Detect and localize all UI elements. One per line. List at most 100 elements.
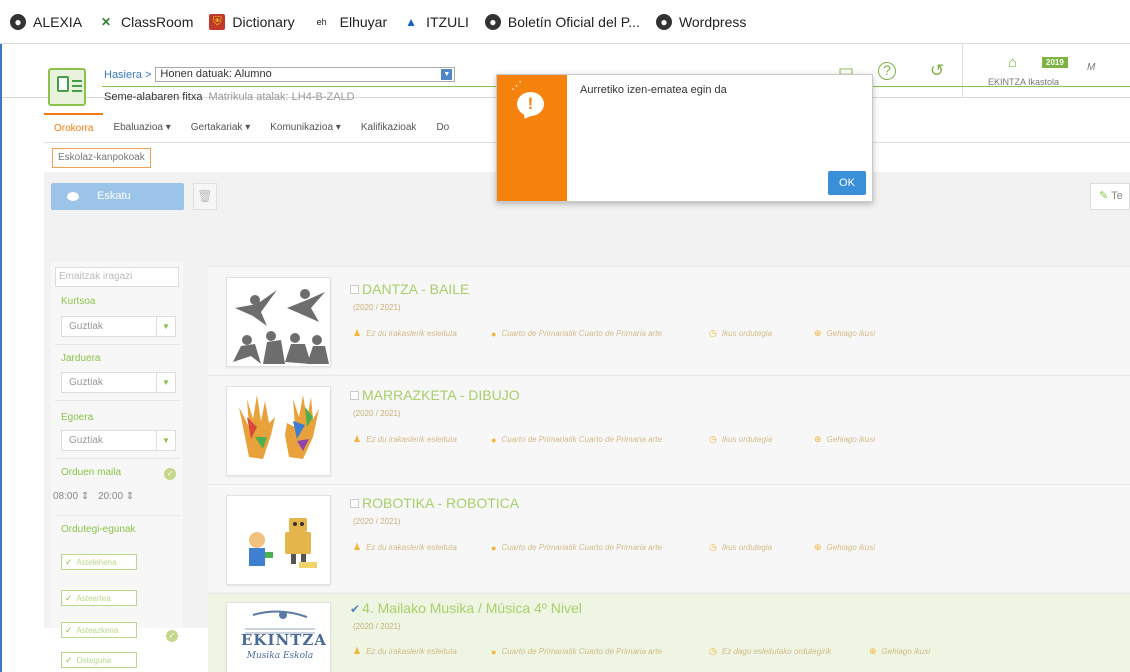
page-title: Seme-alabaren fitxa Matrikula atalak: LH… — [104, 91, 355, 103]
activity-meta: ♟ Ez du irakaslerik esleituta ● Cuarto de … — [353, 434, 876, 445]
globe-icon: ● — [655, 13, 672, 30]
view-schedule-link[interactable]: ◷ Ez dago esleitutako ordutegirik — [709, 646, 869, 657]
activity-year: (2020 / 2021) — [353, 409, 401, 418]
divider — [55, 458, 179, 459]
activity-card-dantza[interactable]: DANTZA - BAILE (2020 / 2021) ♟ Ez du irak… — [208, 266, 1130, 374]
filter-panel: Emaitzak iragazi Kurtsoa Guztiak ▼ Jardue… — [51, 262, 183, 668]
see-more-link[interactable]: ⊕ Gehiago ikusi — [814, 542, 875, 553]
bookmark-boletin[interactable]: ● Boletín Oficial del P... — [484, 13, 640, 30]
activity-title: ROBOTIKA - ROBOTICA — [350, 495, 519, 511]
tab-komunikazioa[interactable]: Komunikazioa ▾ — [260, 113, 351, 142]
view-schedule-link[interactable]: ◷ Ikus ordutegia — [709, 542, 814, 553]
logo-subtext: Musika Eskola — [246, 651, 314, 661]
tab-documents[interactable]: Do — [426, 113, 459, 142]
course-icon: ● — [491, 434, 497, 445]
stepper-icon[interactable]: ⇕ — [81, 491, 89, 502]
edit-button[interactable]: ✎ Te — [1090, 183, 1130, 210]
time-to-input[interactable]: 20:00 — [98, 491, 123, 502]
activity-image-dance — [226, 277, 331, 367]
alert-dialog: ⋰ ! Aurretiko izen-ematea egin da OK — [496, 74, 873, 202]
day-toggle-asteazkena[interactable]: ✓ Asteazkena — [61, 622, 137, 638]
divider — [55, 400, 179, 401]
sparkle-icon: ⋰ — [511, 80, 522, 92]
tab-kalifikazioak[interactable]: Kalifikazioak — [351, 113, 427, 142]
time-range: 08:00 ⇕ 20:00 ⇕ — [51, 487, 183, 507]
kurtsoa-label: Kurtsoa — [61, 296, 96, 307]
egoera-select[interactable]: Guztiak ▼ — [61, 430, 176, 451]
day-toggle-astearte[interactable]: ✓ Asteartea — [61, 590, 137, 606]
itzuli-icon: ▲ — [405, 14, 418, 29]
see-more-link[interactable]: ⊕ Gehiago ikusi — [869, 646, 930, 657]
activity-checkbox[interactable] — [350, 499, 359, 508]
clock-icon: ◷ — [709, 328, 717, 338]
check-circle-icon: ✓ — [164, 468, 176, 480]
activity-image-music-school-logo: EKINTZA Musika Eskola — [226, 602, 331, 672]
time-from-input[interactable]: 08:00 — [53, 491, 78, 502]
activity-card-marrazketa[interactable]: MARRAZKETA - DIBUJO (2020 / 2021) ♟ Ez du… — [208, 375, 1130, 483]
activity-meta: ♟ Ez du irakaslerik esleituta ● Cuarto de … — [353, 328, 876, 339]
trash-icon: 🗑 — [197, 189, 213, 203]
clock-icon: ◷ — [709, 434, 717, 444]
view-schedule-link[interactable]: ◷ Ikus ordutegia — [709, 328, 814, 339]
activity-title: ✔ 4. Mailako Musika / Música 4º Nivel — [350, 600, 582, 616]
activity-checkbox[interactable] — [350, 285, 359, 294]
activity-card-robotika[interactable]: ROBOTIKA - ROBOTICA (2020 / 2021) ♟ Ez du… — [208, 484, 1130, 592]
student-selector[interactable]: Honen datuak: Alumno ▼ — [155, 67, 456, 82]
plus-circle-icon: ⊕ — [814, 434, 822, 444]
request-button[interactable]: Eskatu — [51, 183, 184, 210]
ok-button[interactable]: OK — [828, 171, 866, 195]
delete-button[interactable]: 🗑 — [193, 183, 217, 210]
see-more-link[interactable]: ⊕ Gehiago ikusi — [814, 434, 875, 445]
day-toggle-astelehena[interactable]: ✓ Astelehena — [61, 554, 137, 570]
activity-year: (2020 / 2021) — [353, 622, 401, 631]
breadcrumb-home[interactable]: Hasiera > — [104, 69, 151, 81]
divider — [55, 344, 179, 345]
jarduera-label: Jarduera — [61, 353, 101, 364]
logo-text: EKINTZA — [241, 631, 327, 649]
orduen-maila-label: Orduen maila — [61, 467, 122, 478]
view-schedule-link[interactable]: ◷ Ikus ordutegia — [709, 434, 814, 445]
divider — [55, 515, 179, 516]
see-more-link[interactable]: ⊕ Gehiago ikusi — [814, 328, 875, 339]
plus-circle-icon: ⊕ — [814, 542, 822, 552]
activity-title: MARRAZKETA - DIBUJO — [350, 387, 520, 403]
check-icon[interactable]: ✔ — [350, 602, 360, 616]
person-icon: ♟ — [353, 646, 362, 656]
student-card-icon — [48, 68, 86, 106]
course-icon: ● — [491, 646, 497, 657]
bookmark-wordpress[interactable]: ● Wordpress — [655, 13, 746, 30]
exclamation-icon: ! — [517, 92, 544, 116]
tab-ebaluazioa[interactable]: Ebaluazioa ▾ — [103, 113, 180, 142]
jarduera-select[interactable]: Guztiak ▼ — [61, 372, 176, 393]
activity-card-musika[interactable]: EKINTZA Musika Eskola ✔ 4. Mailako Musika… — [208, 593, 1130, 672]
clock-icon: ◷ — [709, 542, 717, 552]
day-toggle-osteguna[interactable]: ✓ Osteguna — [61, 652, 137, 668]
chevron-down-icon: ▼ — [156, 317, 175, 336]
tab-gertakariak[interactable]: Gertakariak ▾ — [181, 113, 260, 142]
bookmark-elhuyar[interactable]: eh Elhuyar — [311, 14, 387, 30]
globe-icon: ● — [10, 13, 26, 30]
speech-bubble-icon — [67, 192, 79, 201]
bookmark-classroom[interactable]: ✕ ClassRoom — [98, 14, 193, 30]
breadcrumb: Hasiera > Honen datuak: Alumno ▼ — [104, 67, 456, 82]
stepper-icon[interactable]: ⇕ — [126, 491, 134, 502]
chevron-down-icon: ▼ — [156, 431, 175, 450]
activity-title: DANTZA - BAILE — [350, 281, 469, 297]
check-circle-icon: ✓ — [166, 630, 178, 642]
activity-checkbox[interactable] — [350, 391, 359, 400]
activity-meta: ♟ Ez du irakaslerik esleituta ● Cuarto de … — [353, 646, 931, 657]
bookmark-alexia[interactable]: ● ALEXIA — [10, 13, 82, 30]
check-icon: ✓ — [65, 593, 73, 603]
bookmark-dictionary[interactable]: ⛨ Dictionary — [209, 13, 295, 30]
plus-circle-icon: ⊕ — [869, 646, 877, 656]
classroom-icon: ✕ — [101, 14, 112, 29]
person-icon: ♟ — [353, 434, 362, 444]
chevron-down-icon: ▼ — [156, 373, 175, 392]
filter-search-input[interactable]: Emaitzak iragazi — [55, 267, 179, 287]
subtab-eskolaz-kanpokoak[interactable]: Eskolaz-kanpokoak — [52, 148, 151, 168]
alert-side-panel: ⋰ ! — [497, 75, 567, 201]
activity-year: (2020 / 2021) — [353, 517, 401, 526]
bookmark-itzuli[interactable]: ▲ ITZULI — [403, 14, 469, 30]
kurtsoa-select[interactable]: Guztiak ▼ — [61, 316, 176, 337]
tab-orokorra[interactable]: Orokorra — [44, 113, 104, 142]
